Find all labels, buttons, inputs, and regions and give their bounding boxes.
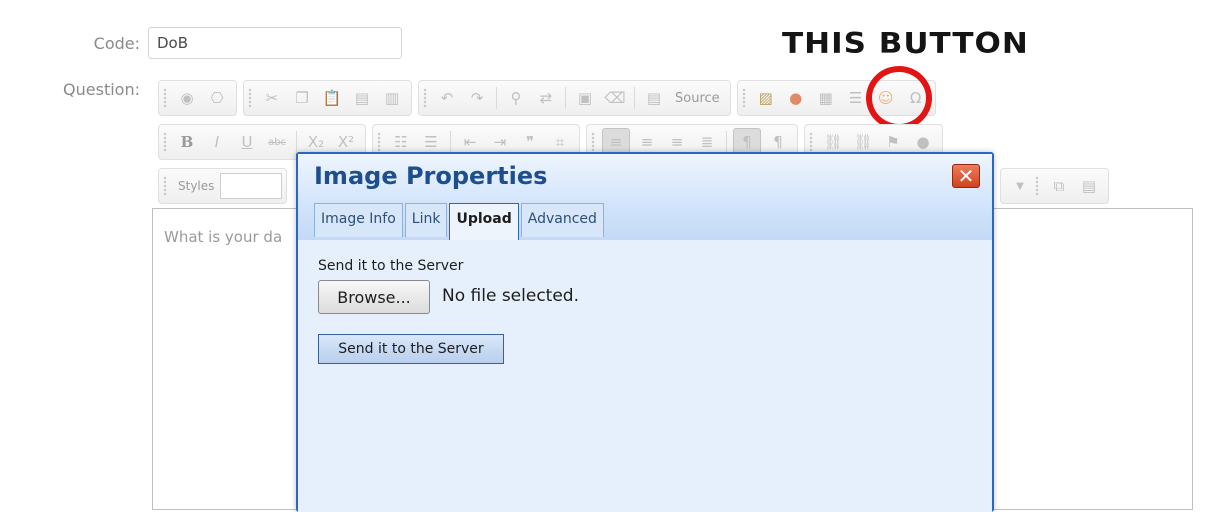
- toolbar-row-3: Styles: [158, 168, 293, 204]
- toolbar-grip[interactable]: [163, 176, 167, 196]
- file-status-text: No file selected.: [442, 286, 579, 306]
- tab-advanced[interactable]: Advanced: [520, 203, 604, 237]
- browse-button[interactable]: Browse...: [318, 280, 430, 314]
- cut-icon[interactable]: ✂: [259, 85, 285, 111]
- dialog-body: Send it to the Server Browse... No file …: [298, 240, 992, 512]
- templates-icon[interactable]: ⎔: [204, 85, 230, 111]
- toolbar-grip[interactable]: [591, 132, 595, 152]
- toolbar-grip[interactable]: [248, 88, 252, 108]
- flash-icon[interactable]: ●: [783, 85, 809, 111]
- toolbar-group-styles: Styles: [158, 168, 288, 204]
- toolbar-separator: [296, 131, 297, 153]
- dialog-title: Image Properties: [314, 162, 548, 190]
- copy-icon[interactable]: ❐: [289, 85, 315, 111]
- underline-button[interactable]: U: [234, 129, 260, 155]
- toolbar-group-clipboard: ✂ ❐ 📋 ▤ ▥: [243, 80, 412, 116]
- remove-format-icon[interactable]: ⌫: [602, 85, 628, 111]
- preview-icon[interactable]: ◉: [174, 85, 200, 111]
- toolbar-grip[interactable]: [423, 88, 427, 108]
- upload-section-label: Send it to the Server: [318, 258, 464, 274]
- toolbar-row-3-right: ▼ ⧉ ▤: [1000, 168, 1115, 204]
- toolbar-group-edit: ↶ ↷ ⚲ ⇄ ▣ ⌫ ▤ Source: [418, 80, 731, 116]
- code-input[interactable]: DoB: [148, 27, 402, 59]
- close-button[interactable]: ✕: [952, 164, 980, 188]
- maximize-icon[interactable]: ⧉: [1046, 173, 1072, 199]
- show-blocks-icon[interactable]: ▤: [1076, 173, 1102, 199]
- dropdown-arrow-icon[interactable]: ▼: [1007, 173, 1033, 199]
- styles-dropdown[interactable]: [220, 173, 283, 199]
- toolbar-separator: [565, 87, 566, 109]
- paste-text-icon[interactable]: ▤: [349, 85, 375, 111]
- toolbar-grip[interactable]: [741, 88, 746, 108]
- toolbar-separator: [634, 87, 635, 109]
- dialog-header[interactable]: Image Properties ✕ Image Info Link Uploa…: [298, 154, 992, 241]
- paste-word-icon[interactable]: ▥: [379, 85, 405, 111]
- toolbar-separator: [496, 87, 497, 109]
- tab-upload[interactable]: Upload: [449, 203, 519, 240]
- toolbar-grip[interactable]: [1035, 176, 1039, 196]
- bold-button[interactable]: B: [174, 129, 200, 155]
- horizontal-rule-icon[interactable]: ☰: [843, 85, 869, 111]
- dialog-tabs: Image Info Link Upload Advanced: [314, 203, 606, 240]
- toolbar-group-document: ◉ ⎔: [158, 80, 237, 116]
- strike-button[interactable]: abc: [264, 129, 290, 155]
- image-icon[interactable]: ▨: [753, 85, 779, 111]
- tab-link[interactable]: Link: [404, 203, 448, 237]
- styles-label: Styles: [178, 179, 215, 193]
- toolbar-grip[interactable]: [377, 132, 381, 152]
- close-icon: ✕: [957, 164, 975, 188]
- source-icon[interactable]: ▤: [641, 85, 667, 111]
- italic-button[interactable]: I: [204, 129, 230, 155]
- toolbar-row-1: ◉ ⎔ ✂ ❐ 📋 ▤ ▥ ↶ ↷ ⚲ ⇄ ▣ ⌫ ▤ Source ▨ ● ▦…: [158, 80, 942, 116]
- redo-icon[interactable]: ↷: [464, 85, 490, 111]
- table-icon[interactable]: ▦: [813, 85, 839, 111]
- toolbar-group-tools: ▼ ⧉ ▤: [1000, 168, 1109, 204]
- toolbar-grip[interactable]: [163, 88, 167, 108]
- find-icon[interactable]: ⚲: [503, 85, 529, 111]
- question-label: Question:: [63, 80, 140, 99]
- annotation-text: THIS BUTTON: [782, 27, 1029, 61]
- editor-text[interactable]: What is your da: [164, 228, 282, 246]
- tab-image-info[interactable]: Image Info: [314, 203, 403, 237]
- toolbar-grip[interactable]: [809, 132, 813, 152]
- send-to-server-button[interactable]: Send it to the Server: [318, 334, 504, 364]
- highlight-circle: [866, 66, 932, 130]
- image-properties-dialog: Image Properties ✕ Image Info Link Uploa…: [296, 152, 994, 512]
- undo-icon[interactable]: ↶: [434, 85, 460, 111]
- select-all-icon[interactable]: ▣: [572, 85, 598, 111]
- toolbar-separator: [450, 131, 451, 153]
- source-button[interactable]: Source: [671, 85, 724, 111]
- replace-icon[interactable]: ⇄: [533, 85, 559, 111]
- toolbar-grip[interactable]: [163, 132, 167, 152]
- toolbar-separator: [726, 131, 727, 153]
- code-label: Code:: [93, 34, 140, 53]
- paste-icon[interactable]: 📋: [319, 85, 345, 111]
